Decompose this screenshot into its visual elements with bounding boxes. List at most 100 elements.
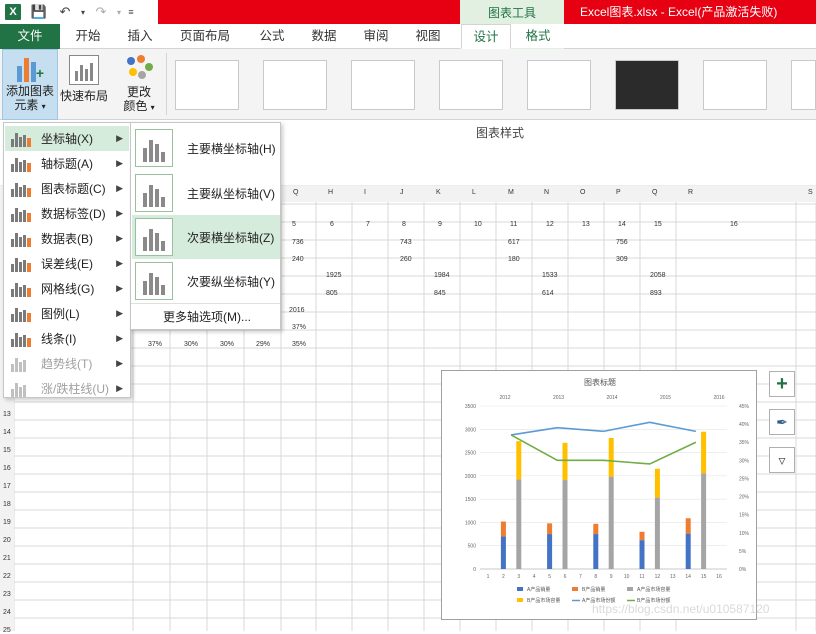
menu-item-data-labels[interactable]: 数据标签(D) ▶ xyxy=(5,201,129,226)
chart-style-1[interactable] xyxy=(175,60,239,110)
chart-styles-brush-button[interactable]: ✒ xyxy=(769,409,795,435)
secondary-horizontal-axis-icon xyxy=(135,218,173,256)
menu-item-error-bars[interactable]: 误差线(E) ▶ xyxy=(5,251,129,276)
save-icon[interactable]: 💾 xyxy=(26,1,52,23)
row-header[interactable]: 19 xyxy=(3,519,11,526)
tab-format[interactable]: 格式 xyxy=(514,24,562,49)
bar[interactable] xyxy=(701,431,707,474)
redo-icon[interactable]: ↷ xyxy=(88,1,114,23)
column-header[interactable]: P xyxy=(616,189,621,196)
chart-style-3[interactable] xyxy=(351,60,415,110)
menu-item-data-table[interactable]: 数据表(B) ▶ xyxy=(5,226,129,251)
bar[interactable] xyxy=(500,536,506,569)
menu-item-axes[interactable]: 坐标轴(X) ▶ xyxy=(5,126,129,151)
x-tick-label: 12 xyxy=(655,574,661,580)
legend-entry[interactable]: B产品市场容量 xyxy=(527,597,560,604)
chart-elements-plus-button[interactable]: + xyxy=(769,371,795,397)
undo-dropdown-icon[interactable]: ▾ xyxy=(78,1,88,23)
top-axis-label: 2016 xyxy=(713,395,724,401)
chart-style-7[interactable] xyxy=(703,60,767,110)
bar[interactable] xyxy=(654,468,660,498)
tab-insert[interactable]: 插入 xyxy=(118,24,162,49)
bar[interactable] xyxy=(562,480,568,569)
column-header[interactable]: Q xyxy=(293,189,298,196)
customize-qat-icon[interactable]: ≡ xyxy=(124,1,138,23)
row-header[interactable]: 21 xyxy=(3,555,11,562)
bar[interactable] xyxy=(654,497,660,569)
column-header[interactable]: Q xyxy=(652,189,657,196)
secondary-vertical-axis-item[interactable]: 次要纵坐标轴(Y) xyxy=(132,259,280,303)
row-header[interactable]: 20 xyxy=(3,537,11,544)
menu-item-gridlines[interactable]: 网格线(G) ▶ xyxy=(5,276,129,301)
column-header[interactable]: I xyxy=(364,189,366,196)
bar[interactable] xyxy=(608,476,614,569)
tab-home[interactable]: 开始 xyxy=(66,24,110,49)
primary-horizontal-axis-item[interactable]: 主要横坐标轴(H) xyxy=(132,126,280,170)
series-line[interactable] xyxy=(510,421,697,436)
row-header[interactable]: 22 xyxy=(3,573,11,580)
menu-item-chart-title[interactable]: 图表标题(C) ▶ xyxy=(5,176,129,201)
bar[interactable] xyxy=(701,473,707,569)
tab-data[interactable]: 数据 xyxy=(302,24,346,49)
primary-vertical-axis-item[interactable]: 主要纵坐标轴(V) xyxy=(132,171,280,215)
bar[interactable] xyxy=(685,533,691,569)
column-header[interactable]: M xyxy=(508,189,514,196)
chart-filters-button[interactable]: ▿ xyxy=(769,447,795,473)
quick-layout-button[interactable]: 快速布局 xyxy=(58,49,110,120)
tab-view[interactable]: 视图 xyxy=(406,24,450,49)
row-header[interactable]: 18 xyxy=(3,501,11,508)
chart-title[interactable]: 图表标题 xyxy=(584,377,616,387)
column-header[interactable]: N xyxy=(544,189,549,196)
column-header[interactable]: H xyxy=(328,189,333,196)
tab-design[interactable]: 设计 xyxy=(461,24,511,49)
bar[interactable] xyxy=(608,437,614,477)
legend-entry[interactable]: B产品销量 xyxy=(582,586,605,593)
bar[interactable] xyxy=(685,518,691,534)
row-header[interactable]: 13 xyxy=(3,411,11,418)
column-header[interactable]: O xyxy=(580,189,585,196)
menu-item-label: 误差线(E) xyxy=(41,257,93,271)
row-header[interactable]: 23 xyxy=(3,591,11,598)
tab-formulas[interactable]: 公式 xyxy=(250,24,294,49)
bar[interactable] xyxy=(593,523,599,535)
chart-style-8[interactable] xyxy=(791,60,816,110)
column-header[interactable]: L xyxy=(472,189,476,196)
menu-item-lines[interactable]: 线条(I) ▶ xyxy=(5,326,129,351)
chart-style-2[interactable] xyxy=(263,60,327,110)
bar[interactable] xyxy=(639,531,645,541)
menu-item-legend[interactable]: 图例(L) ▶ xyxy=(5,301,129,326)
bar[interactable] xyxy=(639,540,645,569)
menu-item-axis-titles[interactable]: 轴标题(A) ▶ xyxy=(5,151,129,176)
column-header[interactable]: K xyxy=(436,189,441,196)
row-header[interactable]: 24 xyxy=(3,609,11,616)
legend-entry[interactable]: A产品市场容量 xyxy=(637,586,670,593)
row-header[interactable]: 14 xyxy=(3,429,11,436)
embedded-chart[interactable]: 图表标题 0 500 1000 1500 2000 2500 3000 3500 0% 5% 10% 1… xyxy=(441,370,757,620)
column-header[interactable]: J xyxy=(400,189,404,196)
bar[interactable] xyxy=(547,534,553,569)
row-header[interactable]: 15 xyxy=(3,447,11,454)
more-axis-options-item[interactable]: 更多轴选项(M)... xyxy=(163,308,251,326)
bar[interactable] xyxy=(516,441,522,480)
chart-style-6[interactable] xyxy=(615,60,679,110)
series-line[interactable] xyxy=(510,434,697,465)
tab-page-layout[interactable]: 页面布局 xyxy=(170,24,240,49)
bar[interactable] xyxy=(593,534,599,569)
row-header[interactable]: 17 xyxy=(3,483,11,490)
bar[interactable] xyxy=(500,521,506,537)
row-header[interactable]: 16 xyxy=(3,465,11,472)
bar[interactable] xyxy=(562,442,568,481)
column-header[interactable]: R xyxy=(688,189,693,196)
legend-entry[interactable]: A产品销量 xyxy=(527,586,550,593)
chart-style-4[interactable] xyxy=(439,60,503,110)
redo-dropdown-icon[interactable]: ▾ xyxy=(114,1,124,23)
change-colors-button[interactable]: 更改 颜色 ▾ xyxy=(116,49,162,120)
column-header[interactable]: S xyxy=(808,189,813,196)
bar[interactable] xyxy=(547,523,553,535)
secondary-horizontal-axis-item[interactable]: 次要横坐标轴(Z) xyxy=(132,215,280,259)
tab-review[interactable]: 审阅 xyxy=(354,24,398,49)
gridlines-icon xyxy=(11,281,33,297)
undo-icon[interactable]: ↶ xyxy=(52,1,78,23)
chart-style-5[interactable] xyxy=(527,60,591,110)
bar[interactable] xyxy=(516,479,522,569)
